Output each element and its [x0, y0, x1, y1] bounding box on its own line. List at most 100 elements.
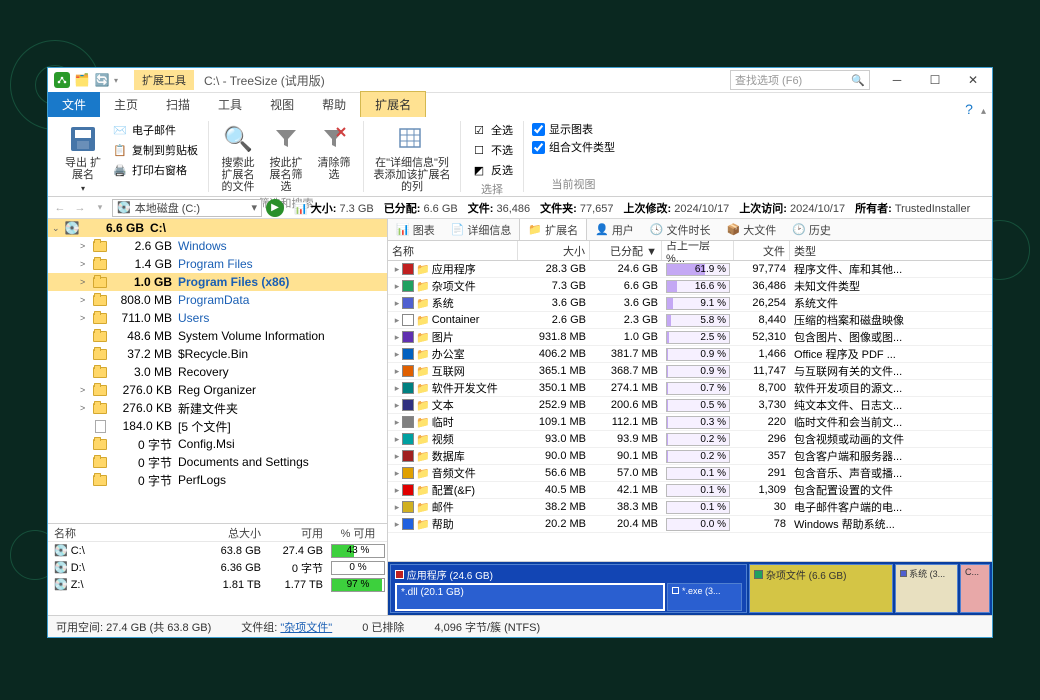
expand-icon[interactable]: ▸	[392, 468, 402, 479]
expand-icon[interactable]: ▸	[392, 332, 402, 343]
view-tab[interactable]: 👤用户	[587, 219, 642, 240]
tree-item[interactable]: 184.0 KB[5 个文件]	[48, 417, 387, 435]
grid-row[interactable]: ▸📁邮件 38.2 MB 38.3 MB 0.1 % 30 电子邮件客户端的电.…	[388, 499, 992, 516]
view-tab[interactable]: 🕓文件时长	[642, 219, 719, 240]
maximize-button[interactable]: ☐	[916, 68, 954, 92]
tab-scan[interactable]: 扫描	[152, 92, 204, 117]
grid-row[interactable]: ▸📁临时 109.1 MB 112.1 MB 0.3 % 220 临时文件和会当…	[388, 414, 992, 431]
tree-item[interactable]: 0 字节PerfLogs	[48, 471, 387, 489]
tree-item[interactable]: 3.0 MBRecovery	[48, 363, 387, 381]
grid-row[interactable]: ▸📁数据库 90.0 MB 90.1 MB 0.2 % 357 包含客户端和服务…	[388, 448, 992, 465]
grid-row[interactable]: ▸📁Container 2.6 GB 2.3 GB 5.8 % 8,440 压缩…	[388, 312, 992, 329]
grid-row[interactable]: ▸📁视频 93.0 MB 93.9 MB 0.2 % 296 包含视频或动画的文…	[388, 431, 992, 448]
treemap-block[interactable]: 杂项文件 (6.6 GB)	[749, 564, 893, 613]
close-button[interactable]: ✕	[954, 68, 992, 92]
scan-button[interactable]: ▶	[266, 199, 284, 217]
expand-icon[interactable]: ▸	[392, 519, 402, 530]
view-tab[interactable]: 📊图表	[388, 219, 443, 240]
expand-icon[interactable]: ▸	[392, 298, 402, 309]
extensions-grid[interactable]: 名称 大小 已分配 ▼ 占上一层 %... 文件 类型 ▸📁应用程序 28.3 …	[388, 241, 992, 561]
grid-col-name[interactable]: 名称	[388, 241, 518, 260]
expand-icon[interactable]: ▸	[392, 400, 402, 411]
treemap[interactable]: 应用程序 (24.6 GB) *.dll (20.1 GB) *.exe (3.…	[388, 561, 992, 615]
expand-icon[interactable]: ▸	[392, 366, 402, 377]
tab-tools[interactable]: 工具	[204, 92, 256, 117]
view-tab[interactable]: 📦大文件	[719, 219, 785, 240]
tree-item[interactable]: 37.2 MB$Recycle.Bin	[48, 345, 387, 363]
search-extension-button[interactable]: 🔍搜索此扩展名的文件	[217, 121, 259, 193]
nav-back-button[interactable]: ←	[52, 200, 68, 216]
tab-help[interactable]: 帮助	[308, 92, 360, 117]
grid-row[interactable]: ▸📁互联网 365.1 MB 368.7 MB 0.9 % 11,747 与互联…	[388, 363, 992, 380]
add-column-button[interactable]: 在"详细信息"列表添加该扩展名的列	[372, 121, 452, 193]
select-all-button[interactable]: ☑全选	[469, 121, 515, 139]
tree-item[interactable]: >808.0 MBProgramData	[48, 291, 387, 309]
expand-icon[interactable]: ▸	[392, 349, 402, 360]
qat-button-1[interactable]: 🗂️	[74, 72, 90, 88]
select-none-button[interactable]: ☐不选	[469, 141, 515, 159]
drives-col-name[interactable]: 名称	[48, 525, 205, 541]
drives-col-pct[interactable]: % 可用	[329, 525, 387, 541]
help-icon[interactable]: ?	[965, 101, 973, 117]
grid-col-pct[interactable]: 占上一层 %...	[662, 241, 734, 260]
expand-icon[interactable]: ▸	[392, 502, 402, 513]
treemap-block[interactable]: 应用程序 (24.6 GB) *.dll (20.1 GB) *.exe (3.…	[390, 564, 747, 613]
select-invert-button[interactable]: ◩反选	[469, 161, 515, 179]
qat-button-2[interactable]: 🔄	[94, 72, 110, 88]
nav-history-dropdown[interactable]: ▾	[92, 200, 108, 216]
grid-row[interactable]: ▸📁杂项文件 7.3 GB 6.6 GB 16.6 % 36,486 未知文件类…	[388, 278, 992, 295]
expand-icon[interactable]: ▸	[392, 315, 402, 326]
ribbon-collapse-icon[interactable]: ▴	[981, 106, 986, 117]
grid-row[interactable]: ▸📁应用程序 28.3 GB 24.6 GB 61.9 % 97,774 程序文…	[388, 261, 992, 278]
tree-item[interactable]: >276.0 KB新建文件夹	[48, 399, 387, 417]
print-button[interactable]: 🖨️打印右窗格	[110, 161, 200, 179]
tree-item[interactable]: >2.6 GBWindows	[48, 237, 387, 255]
grid-row[interactable]: ▸📁音频文件 56.6 MB 57.0 MB 0.1 % 291 包含音乐、声音…	[388, 465, 992, 482]
tree-item[interactable]: >1.0 GBProgram Files (x86)	[48, 273, 387, 291]
expand-icon[interactable]: ▸	[392, 485, 402, 496]
grid-row[interactable]: ▸📁软件开发文件 350.1 MB 274.1 MB 0.7 % 8,700 软…	[388, 380, 992, 397]
tree-item[interactable]: 48.6 MBSystem Volume Information	[48, 327, 387, 345]
grid-col-files[interactable]: 文件	[734, 241, 790, 260]
drive-row[interactable]: 💽D:\6.36 GB0 字节0 %	[48, 559, 387, 576]
expand-icon[interactable]: ▸	[392, 417, 402, 428]
nav-fwd-button[interactable]: →	[72, 200, 88, 216]
expand-icon[interactable]: ▸	[392, 383, 402, 394]
tree-item[interactable]: >711.0 MBUsers	[48, 309, 387, 327]
tree-item[interactable]: >1.4 GBProgram Files	[48, 255, 387, 273]
email-button[interactable]: ✉️电子邮件	[110, 121, 200, 139]
grid-row[interactable]: ▸📁办公室 406.2 MB 381.7 MB 0.9 % 1,466 Offi…	[388, 346, 992, 363]
grid-col-size[interactable]: 大小	[518, 241, 590, 260]
expand-icon[interactable]: ▸	[392, 281, 402, 292]
show-chart-checkbox[interactable]: 显示图表	[532, 121, 615, 137]
treemap-block[interactable]: *.exe (3...	[667, 583, 742, 611]
tree-root[interactable]: ⌄💽6.6 GBC:\	[48, 219, 387, 237]
tab-view[interactable]: 视图	[256, 92, 308, 117]
drive-row[interactable]: 💽Z:\1.81 TB1.77 TB97 %	[48, 576, 387, 593]
tree-item[interactable]: 0 字节Documents and Settings	[48, 453, 387, 471]
drive-row[interactable]: 💽C:\63.8 GB27.4 GB43 %	[48, 542, 387, 559]
combine-types-checkbox[interactable]: 组合文件类型	[532, 139, 615, 155]
grid-col-type[interactable]: 类型	[790, 241, 992, 260]
status-filegroup-link[interactable]: "杂项文件"	[280, 622, 332, 634]
options-search-input[interactable]: 查找选项 (F6) 🔍	[730, 70, 870, 90]
tab-home[interactable]: 主页	[100, 92, 152, 117]
tree-item[interactable]: >276.0 KBReg Organizer	[48, 381, 387, 399]
expand-icon[interactable]: ▸	[392, 264, 402, 275]
drives-col-total[interactable]: 总大小	[205, 525, 267, 541]
expand-icon[interactable]: ▸	[392, 434, 402, 445]
treemap-block[interactable]: C...	[960, 564, 990, 613]
drives-col-free[interactable]: 可用	[267, 525, 329, 541]
filter-extension-button[interactable]: 按此扩展名筛选	[265, 121, 307, 193]
grid-row[interactable]: ▸📁图片 931.8 MB 1.0 GB 2.5 % 52,310 包含图片、图…	[388, 329, 992, 346]
treemap-block[interactable]: 系统 (3...	[895, 564, 958, 613]
grid-col-alloc[interactable]: 已分配 ▼	[590, 241, 662, 260]
grid-row[interactable]: ▸📁配置(&F) 40.5 MB 42.1 MB 0.1 % 1,309 包含配…	[388, 482, 992, 499]
view-tab[interactable]: 📄详细信息	[443, 219, 520, 240]
view-tab[interactable]: 🕑历史	[784, 219, 839, 240]
view-tab[interactable]: 📁扩展名	[519, 219, 587, 240]
tab-extensions[interactable]: 扩展名	[360, 91, 426, 117]
export-extensions-button[interactable]: 导出 扩展名▾	[62, 121, 104, 195]
treemap-block[interactable]: *.dll (20.1 GB)	[395, 583, 665, 611]
clear-filter-button[interactable]: 清除筛选	[313, 121, 355, 181]
